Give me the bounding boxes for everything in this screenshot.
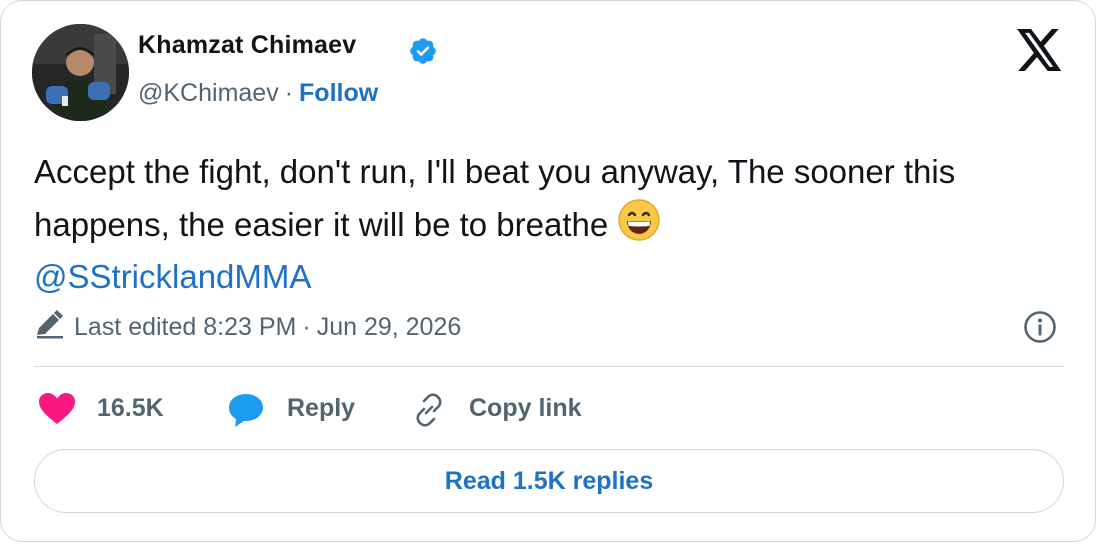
- info-icon[interactable]: [1023, 310, 1057, 344]
- tweet-text: Accept the fight, don't run, I'll beat y…: [34, 146, 1074, 303]
- meta-separator-dot: ·: [302, 313, 311, 341]
- tweet-embed-card: Khamzat Chimaev @KChimaev · Follow Accept …: [0, 0, 1096, 542]
- like-count: 16.5K: [97, 394, 164, 422]
- link-icon: [416, 393, 442, 427]
- reply-button[interactable]: Reply: [227, 386, 377, 432]
- author-handle[interactable]: @KChimaev: [138, 79, 279, 107]
- heart-icon: [39, 393, 75, 424]
- like-button[interactable]: 16.5K: [34, 386, 184, 432]
- grinning-face-emoji: [618, 199, 661, 241]
- x-logo-icon[interactable]: [1017, 29, 1063, 71]
- pencil-icon: [37, 310, 63, 339]
- copy-link-label: Copy link: [469, 394, 582, 422]
- separator-dot: ·: [284, 79, 294, 107]
- author-avatar[interactable]: [32, 24, 129, 121]
- reply-label: Reply: [287, 394, 356, 422]
- verified-badge-icon: [410, 38, 436, 64]
- tweet-body: Accept the fight, don't run, I'll beat y…: [34, 153, 956, 243]
- tweet-meta: Last edited 8:23 PM · Jun 29, 2026: [34, 309, 461, 342]
- author-handle-row: @KChimaev · Follow: [138, 79, 378, 108]
- edited-timestamp[interactable]: Last edited 8:23 PM: [74, 313, 296, 341]
- follow-button[interactable]: Follow: [299, 79, 378, 107]
- author-name[interactable]: Khamzat Chimaev: [138, 31, 356, 60]
- read-replies-button[interactable]: Read 1.5K replies: [34, 449, 1064, 513]
- tweet-date[interactable]: Jun 29, 2026: [317, 313, 462, 341]
- mention-link[interactable]: @SStricklandMMA: [34, 258, 311, 295]
- copy-link-button[interactable]: Copy link: [411, 386, 601, 432]
- divider: [34, 366, 1064, 367]
- profile-photo: [32, 24, 129, 121]
- reply-bubble-icon: [229, 394, 263, 427]
